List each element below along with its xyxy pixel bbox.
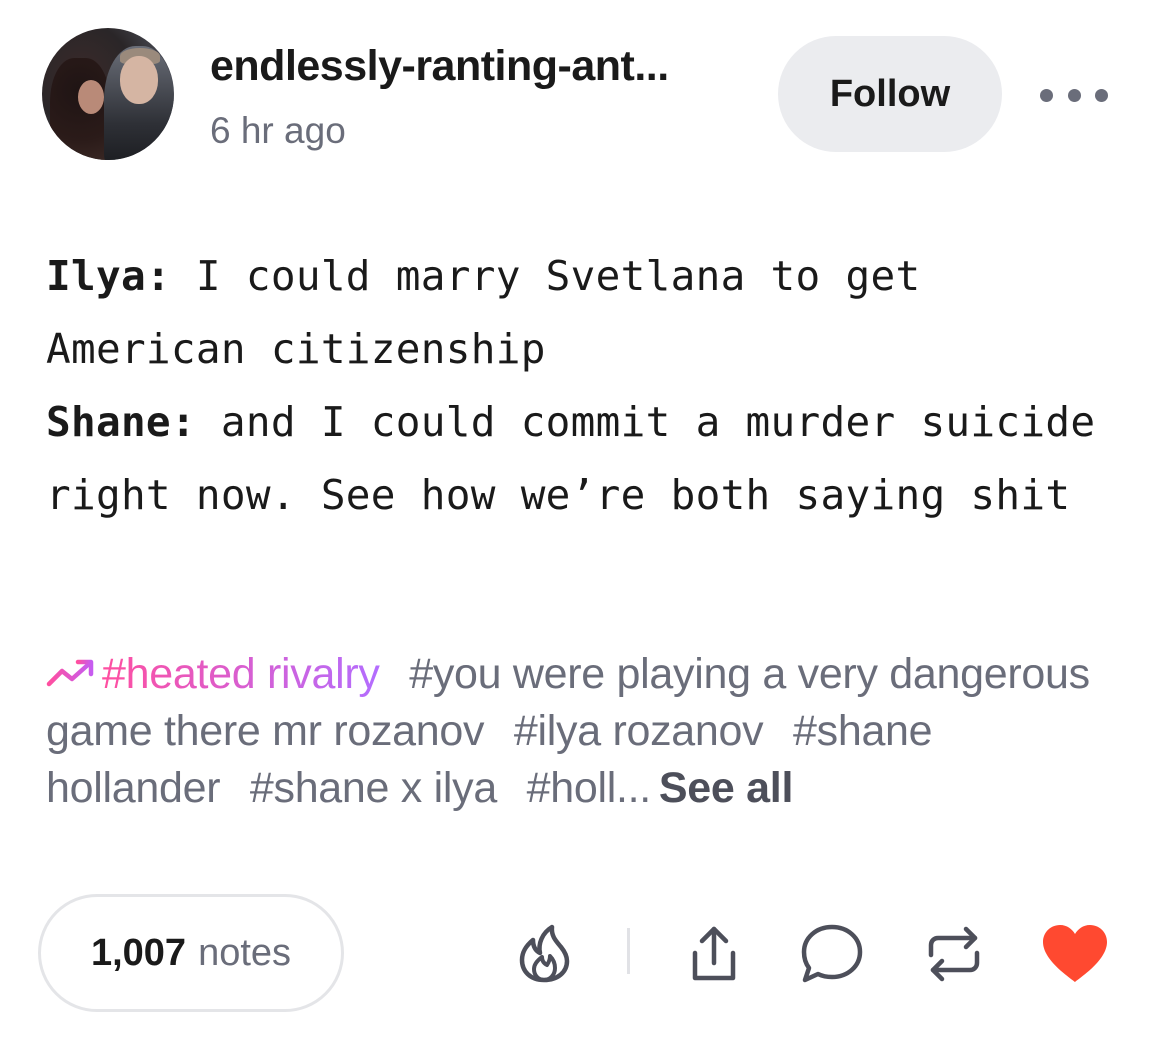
notes-button[interactable]: 1,007 notes (38, 894, 344, 1012)
speaker-name: Shane: (46, 398, 196, 446)
comment-icon-svg (801, 924, 863, 983)
reblog-icon[interactable] (920, 920, 988, 988)
post-body: Ilya: I could marry Svetlana to get Amer… (46, 240, 1136, 532)
tag-list: #heated rivalry #you were playing a very… (46, 646, 1136, 817)
tag-link[interactable]: #heated rivalry (102, 650, 380, 698)
tag-link[interactable]: #holl... (527, 764, 652, 812)
more-dot (1067, 88, 1081, 102)
heart-icon[interactable] (1038, 920, 1112, 988)
avatar[interactable] (42, 28, 174, 160)
heart-icon-svg (1043, 925, 1107, 982)
speaker-name: Ilya: (46, 252, 171, 300)
dialogue-line: Ilya: I could marry Svetlana to get Amer… (46, 240, 1136, 386)
tag-link[interactable]: #shane x ilya (250, 764, 497, 812)
dialogue-line: Shane: and I could commit a murder suici… (46, 386, 1136, 532)
avatar-face-right (120, 56, 158, 104)
more-dot (1040, 88, 1053, 102)
dialogue-text: I could marry Svetlana to get American c… (46, 252, 921, 373)
action-divider (627, 928, 630, 974)
post-timestamp: 6 hr ago (210, 110, 346, 151)
tag-link[interactable]: #ilya rozanov (514, 707, 764, 755)
notes-label: notes (198, 931, 292, 974)
flame-icon-svg (519, 924, 570, 983)
follow-button[interactable]: Follow (778, 36, 1002, 152)
more-icon[interactable] (1040, 80, 1108, 110)
comment-icon[interactable] (798, 920, 866, 988)
avatar-face-left (78, 80, 104, 114)
see-all-link[interactable]: See all (659, 764, 793, 812)
share-icon-svg (692, 926, 736, 981)
avatar-figure-left (50, 58, 110, 160)
trending-icon (46, 659, 94, 686)
reblog-icon-svg (928, 926, 980, 982)
share-icon[interactable] (680, 920, 748, 988)
dialogue-text: and I could commit a murder suicide righ… (46, 398, 1096, 519)
notes-count: 1,007 (90, 931, 187, 974)
username[interactable]: endlessly-ranting-ant... (210, 42, 669, 91)
more-dot (1095, 88, 1108, 102)
flame-icon[interactable] (510, 920, 578, 988)
